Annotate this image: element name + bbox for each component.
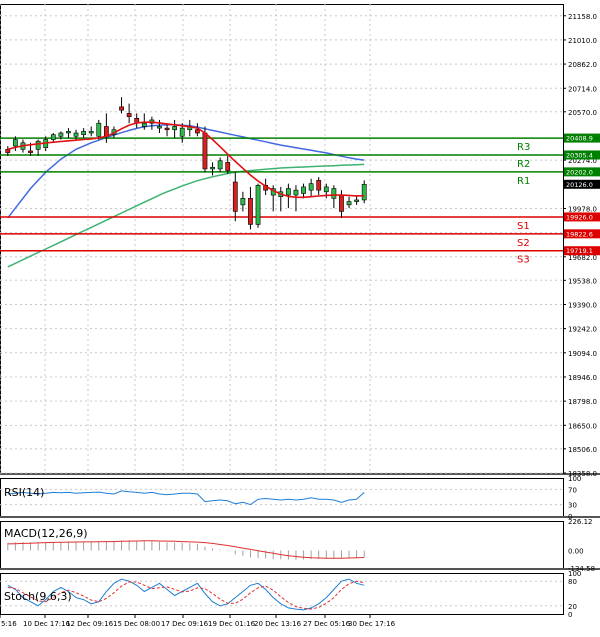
candle-body [73,132,79,137]
candle-body [164,127,170,131]
candle-body [285,188,291,196]
rsi-y-tick-label: 100 [568,475,581,483]
candle-body [126,113,132,117]
x-tick-label: 5:16 [1,620,17,628]
candle-body [232,181,238,212]
y-tick-label: 18506.0 [568,446,597,454]
level-name-r3: R3 [517,142,530,153]
x-tick-label: 30 Dec 17:16 [348,620,396,628]
candle-body [194,129,200,134]
candle-body [339,194,344,212]
level-price-tag: 20202.0 [566,168,593,176]
candle-body [88,131,94,134]
candle-body [361,183,367,201]
stoch-y-tick-label: 80 [568,578,577,586]
stoch-y-tick-label: 100 [568,570,581,578]
candle-body [66,131,71,134]
candle-body [58,132,64,137]
stoch-panel-frame [0,573,564,615]
candle-body [12,139,18,147]
level-price-tag: 19926.0 [566,213,593,221]
candle-body [323,186,329,193]
y-tick-label: 18946.0 [568,374,597,382]
candle-body [346,201,352,206]
current-price-tag: 20126.0 [566,181,593,189]
y-tick-label: 19538.0 [568,277,597,285]
candle-body [210,167,215,170]
y-tick-label: 20570.0 [568,109,597,117]
level-price-tag: 19719.1 [566,247,593,255]
rsi-panel-frame [0,478,564,517]
candle-body [217,160,223,170]
y-tick-label: 20714.0 [568,85,597,93]
candle-body [96,122,102,137]
y-tick-label: 20862.0 [568,61,597,69]
candle-body [202,132,208,170]
candle-body [316,180,322,191]
level-name-r1: R1 [517,176,530,187]
x-tick-label: 15 Dec 08:00 [113,620,160,628]
y-tick-label: 21158.0 [568,13,597,21]
candle-body [225,162,231,171]
y-tick-label: 18798.0 [568,398,597,406]
level-name-s2: S2 [517,238,530,249]
rsi-label: RSI(14) [4,486,44,499]
level-name-s1: S1 [517,221,530,232]
macd-label: MACD(12,26,9) [4,527,88,540]
candle-body [5,149,11,153]
chart-root: 5:16 10 Dec 17:16 12 Dec 09:16 15 Dec 08:00… [0,0,600,633]
y-tick-label: 18650.0 [568,422,597,430]
rsi-y-tick-label: 70 [568,486,577,494]
y-tick-label: 19390.0 [568,301,597,309]
candle-body [255,184,261,225]
y-tick-label: 21010.0 [568,37,597,45]
x-tick-label: 20 Dec 13:16 [254,620,302,628]
candle-body [35,140,41,150]
price-panel-frame [0,4,564,474]
trading-chart: 5:16 10 Dec 17:1612 Dec 09:16 15 Dec 08:00… [0,4,600,628]
candle-body [81,131,87,135]
stoch-y-tick-label: 20 [568,603,577,611]
level-price-tag: 20408.9 [566,135,593,143]
candle-body [301,186,306,194]
stoch-label: Stoch(9,6,3) [4,590,72,603]
x-tick-label: 12 Dec 09:16 [66,620,114,628]
macd-y-tick-label: 0.00 [568,547,584,555]
rsi-y-tick-label: 30 [568,502,577,510]
level-price-tag: 20305.4 [566,151,593,159]
level-name-s3: S3 [517,255,530,266]
candle-body [119,106,124,111]
candle-body [179,127,185,137]
x-tick-label: 19 Dec 01:16 [208,620,256,628]
level-name-r2: R2 [517,159,530,170]
candle-body [240,198,246,206]
candle-body [141,122,147,127]
macd-y-tick-label: 226.12 [568,518,593,526]
stoch-y-tick-label: 0 [568,611,572,619]
candle-body [308,183,314,191]
candle-body [248,198,253,225]
candle-body [157,126,162,129]
candle-body [293,189,299,196]
level-price-tag: 19822.6 [566,230,593,238]
candle-body [28,150,33,153]
candle-body [50,134,56,140]
candle-body [172,126,178,131]
candle-body [331,188,337,199]
x-tick-label: 10 Dec 17:16 [23,620,71,628]
y-tick-label: 19094.0 [568,350,597,358]
candle-body [354,199,360,202]
x-tick-label: 27 Dec 05:16 [303,620,351,628]
y-tick-label: 19242.0 [568,326,597,334]
y-tick-label: 19978.0 [568,205,597,213]
x-tick-label: 17 Dec 09:16 [161,620,209,628]
candle-body [103,126,109,137]
